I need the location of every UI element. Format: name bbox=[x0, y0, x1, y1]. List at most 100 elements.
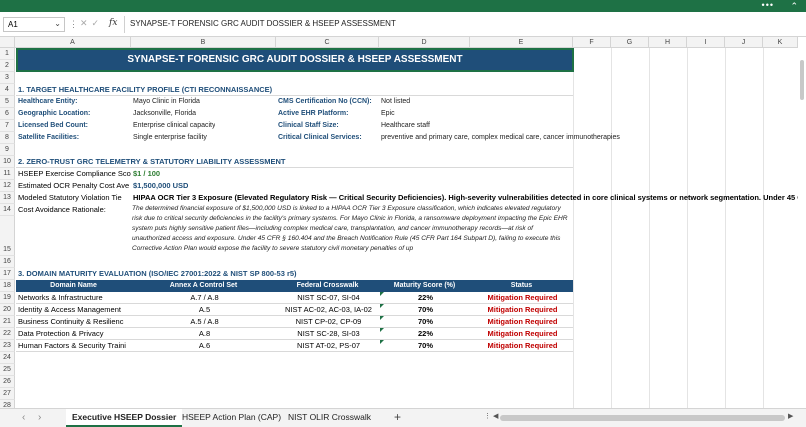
table-header-score[interactable]: Maturity Score (%) bbox=[379, 280, 470, 292]
label-cost-avoidance[interactable]: Cost Avoidance Rationale: bbox=[16, 204, 106, 216]
label-staff-size[interactable]: Clinical Staff Size: bbox=[276, 120, 339, 132]
table-header-annex[interactable]: Annex A Control Set bbox=[131, 280, 276, 292]
label-satellite-facilities[interactable]: Satellite Facilities: bbox=[16, 132, 79, 144]
cancel-confirm-icons: ✕✓ bbox=[80, 18, 104, 28]
more-vertical-icon[interactable]: ⋮ bbox=[69, 19, 78, 30]
label-modeled-violation[interactable]: Modeled Statutory Violation Tie bbox=[16, 192, 131, 204]
horizontal-scrollbar[interactable] bbox=[500, 415, 785, 421]
collapse-ribbon-icon[interactable]: ⌃ bbox=[790, 1, 798, 11]
table-header-federal[interactable]: Federal Crosswalk bbox=[276, 280, 379, 292]
column-header-h[interactable]: H bbox=[649, 37, 687, 48]
formula-divider bbox=[124, 16, 125, 33]
row-header[interactable]: 16 bbox=[0, 256, 15, 268]
more-vertical-icon[interactable]: ⋮ bbox=[484, 412, 491, 420]
gridline bbox=[611, 48, 612, 408]
row-header[interactable]: 5 bbox=[0, 96, 15, 108]
row-header[interactable]: 17 bbox=[0, 268, 15, 280]
row-header[interactable]: 10 bbox=[0, 156, 15, 168]
vertical-scrollbar[interactable] bbox=[798, 48, 806, 408]
spreadsheet-grid[interactable]: A B C D E F G H I J K 1 2 3 4 5 6 7 8 9 … bbox=[0, 37, 806, 408]
row-header[interactable]: 19 bbox=[0, 292, 15, 304]
column-header-i[interactable]: I bbox=[687, 37, 725, 48]
column-header-j[interactable]: J bbox=[725, 37, 763, 48]
row-header[interactable]: 11 bbox=[0, 168, 15, 180]
row-header[interactable]: 20 bbox=[0, 304, 15, 316]
row-header[interactable]: 22 bbox=[0, 328, 15, 340]
cost-avoidance-narrative[interactable]: The determined financial exposure of $1,… bbox=[132, 204, 572, 254]
dossier-title-cell[interactable]: SYNAPSE-T FORENSIC GRC AUDIT DOSSIER & H… bbox=[16, 48, 574, 72]
column-header-g[interactable]: G bbox=[611, 37, 649, 48]
row-header[interactable]: 6 bbox=[0, 108, 15, 120]
gridline bbox=[573, 48, 574, 408]
value-cms-ccn[interactable]: Not listed bbox=[379, 96, 410, 108]
prev-sheet-icon[interactable]: ‹ bbox=[22, 412, 25, 423]
value-hseep-score[interactable]: $1 / 100 bbox=[131, 168, 160, 180]
table-row-divider bbox=[16, 351, 573, 352]
label-critical-services[interactable]: Critical Clinical Services: bbox=[276, 132, 362, 144]
function-icon[interactable]: fx bbox=[109, 18, 117, 28]
more-options-icon[interactable]: ••• bbox=[762, 0, 774, 10]
row-header[interactable]: 8 bbox=[0, 132, 15, 144]
row-header[interactable]: 2 bbox=[0, 60, 15, 72]
sheet-tabs-bar: ‹ › Executive HSEEP Dossier HSEEP Action… bbox=[0, 408, 806, 427]
chevron-down-icon[interactable]: ⌄ bbox=[54, 19, 61, 28]
name-box[interactable]: A1 ⌄ bbox=[3, 17, 65, 32]
value-ocr-penalty[interactable]: $1,500,000 USD bbox=[131, 180, 188, 192]
row-header[interactable]: 9 bbox=[0, 144, 15, 156]
label-cms-ccn[interactable]: CMS Certification No (CCN): bbox=[276, 96, 372, 108]
vertical-scroll-thumb[interactable] bbox=[800, 60, 804, 100]
column-header-b[interactable]: B bbox=[131, 37, 276, 48]
row-header[interactable]: 7 bbox=[0, 120, 15, 132]
column-header-c[interactable]: C bbox=[276, 37, 379, 48]
formula-input[interactable]: SYNAPSE-T FORENSIC GRC AUDIT DOSSIER & H… bbox=[130, 19, 396, 28]
row-header[interactable]: 21 bbox=[0, 316, 15, 328]
sheet-tab-executive-dossier[interactable]: Executive HSEEP Dossier bbox=[66, 409, 183, 427]
value-geographic-location[interactable]: Jacksonville, Florida bbox=[131, 108, 196, 120]
value-ehr-platform[interactable]: Epic bbox=[379, 108, 395, 120]
scroll-right-icon[interactable]: ▶ bbox=[788, 412, 793, 420]
row-header[interactable]: 26 bbox=[0, 376, 15, 388]
next-sheet-icon[interactable]: › bbox=[38, 412, 41, 423]
label-geographic-location[interactable]: Geographic Location: bbox=[16, 108, 90, 120]
row-header[interactable]: 4 bbox=[0, 84, 15, 96]
add-sheet-icon[interactable]: + bbox=[394, 410, 401, 424]
value-healthcare-entity[interactable]: Mayo Clinic in Florida bbox=[131, 96, 200, 108]
value-bed-count[interactable]: Enterprise clinical capacity bbox=[131, 120, 215, 132]
column-header-k[interactable]: K bbox=[763, 37, 798, 48]
label-bed-count[interactable]: Licensed Bed Count: bbox=[16, 120, 88, 132]
column-header-a[interactable]: A bbox=[15, 37, 131, 48]
row-header[interactable]: 18 bbox=[0, 280, 15, 292]
row-header[interactable]: 24 bbox=[0, 352, 15, 364]
table-header-domain[interactable]: Domain Name bbox=[16, 280, 131, 292]
row-header[interactable]: 27 bbox=[0, 388, 15, 400]
row-header[interactable]: 25 bbox=[0, 364, 15, 376]
column-header-d[interactable]: D bbox=[379, 37, 470, 48]
value-staff-size[interactable]: Healthcare staff bbox=[379, 120, 430, 132]
select-all-corner[interactable] bbox=[0, 37, 15, 48]
row-header[interactable]: 28 bbox=[0, 400, 15, 408]
name-box-value: A1 bbox=[8, 20, 18, 29]
column-header-f[interactable]: F bbox=[573, 37, 611, 48]
row-header[interactable]: 13 bbox=[0, 192, 15, 204]
value-critical-services[interactable]: preventive and primary care, complex med… bbox=[379, 132, 799, 144]
table-row-divider bbox=[16, 303, 573, 304]
value-satellite-facilities[interactable]: Single enterprise facility bbox=[131, 132, 207, 144]
label-hseep-score[interactable]: HSEEP Exercise Compliance Sco bbox=[16, 168, 131, 180]
row-header[interactable]: 23 bbox=[0, 340, 15, 352]
row-header[interactable]: 1 bbox=[0, 48, 15, 60]
app-title-bar: ••• ⌃ bbox=[0, 0, 806, 12]
label-healthcare-entity[interactable]: Healthcare Entity: bbox=[16, 96, 78, 108]
label-ocr-penalty[interactable]: Estimated OCR Penalty Cost Ave bbox=[16, 180, 131, 192]
value-modeled-violation[interactable]: HIPAA OCR Tier 3 Exposure (Elevated Regu… bbox=[131, 192, 798, 204]
table-header-status[interactable]: Status bbox=[470, 280, 573, 292]
scroll-left-icon[interactable]: ◀ bbox=[493, 412, 498, 420]
sheet-tab-action-plan[interactable]: HSEEP Action Plan (CAP) bbox=[176, 409, 287, 427]
sheet-tab-nist-olir[interactable]: NIST OLIR Crosswalk bbox=[282, 409, 377, 427]
label-ehr-platform[interactable]: Active EHR Platform: bbox=[276, 108, 348, 120]
row-header[interactable]: 12 bbox=[0, 180, 15, 192]
row-header[interactable]: 15 bbox=[0, 216, 15, 256]
row-header[interactable]: 3 bbox=[0, 72, 15, 84]
section-heading-domain-maturity[interactable]: 3. DOMAIN MATURITY EVALUATION (ISO/IEC 2… bbox=[16, 268, 297, 280]
column-header-e[interactable]: E bbox=[470, 37, 573, 48]
row-header[interactable]: 14 bbox=[0, 204, 15, 216]
